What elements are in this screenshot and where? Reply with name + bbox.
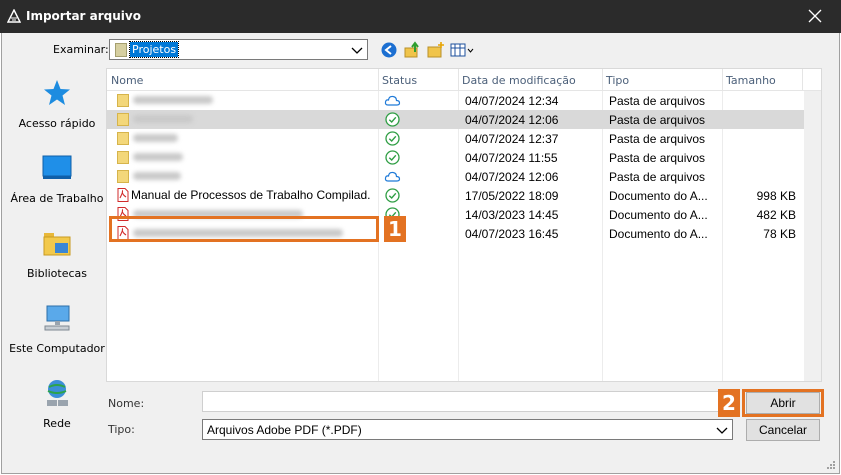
column-separator[interactable] bbox=[458, 69, 459, 91]
close-icon[interactable] bbox=[805, 6, 825, 26]
file-type: Pasta de arquivos bbox=[609, 170, 706, 184]
location-value: Projetos bbox=[128, 41, 180, 58]
file-date: 04/07/2024 12:06 bbox=[465, 113, 559, 127]
file-size: 78 KB bbox=[763, 227, 796, 241]
file-date: 17/05/2022 18:09 bbox=[465, 189, 559, 203]
file-name: Manual de Processos de Trabalho Compilad… bbox=[131, 188, 371, 202]
column-separator[interactable] bbox=[602, 69, 603, 91]
synced-check-icon bbox=[385, 188, 400, 203]
file-date: 14/03/2023 14:45 bbox=[465, 208, 559, 222]
open-button[interactable]: Abrir bbox=[746, 392, 820, 414]
file-row[interactable]: 04/07/2024 12:06 Pasta de arquivos bbox=[107, 110, 804, 129]
redacted-file-name bbox=[133, 172, 181, 180]
desktop-icon bbox=[42, 155, 72, 179]
folder-icon bbox=[117, 151, 129, 164]
synced-check-icon bbox=[385, 112, 400, 127]
file-date: 04/07/2024 12:34 bbox=[465, 94, 559, 108]
place-label: Bibliotecas bbox=[26, 267, 88, 280]
redacted-file-name bbox=[133, 96, 213, 104]
file-type: Pasta de arquivos bbox=[609, 151, 706, 165]
file-type: Documento do A... bbox=[609, 227, 708, 241]
highlight-step-1 bbox=[109, 216, 379, 242]
libraries-icon bbox=[43, 233, 71, 256]
file-type-value: Arquivos Adobe PDF (*.PDF) bbox=[207, 423, 362, 437]
place-label: Rede bbox=[43, 417, 71, 430]
step-badge-2: 2 bbox=[718, 389, 740, 417]
app-logo-icon bbox=[7, 9, 21, 23]
tipo-label: Tipo: bbox=[108, 423, 135, 436]
file-row[interactable]: 04/07/2024 11:55 Pasta de arquivos bbox=[107, 148, 804, 167]
folder-icon bbox=[117, 132, 129, 145]
redacted-file-name bbox=[133, 134, 178, 142]
up-folder-icon[interactable] bbox=[402, 40, 422, 60]
file-row[interactable]: 04/07/2024 12:34 Pasta de arquivos bbox=[107, 91, 804, 110]
column-type[interactable]: Tipo bbox=[606, 74, 629, 87]
synced-check-icon bbox=[385, 131, 400, 146]
column-name[interactable]: Nome bbox=[111, 74, 143, 87]
synced-check-icon bbox=[385, 150, 400, 165]
examinar-label: Examinar: bbox=[53, 43, 109, 56]
file-type: Documento do A... bbox=[609, 208, 708, 222]
cancel-button[interactable]: Cancelar bbox=[746, 419, 820, 441]
file-date: 04/07/2024 12:37 bbox=[465, 132, 559, 146]
column-size[interactable]: Tamanho bbox=[726, 74, 776, 87]
column-separator[interactable] bbox=[378, 69, 379, 91]
column-status[interactable]: Status bbox=[382, 74, 417, 87]
chevron-down-icon bbox=[716, 427, 728, 434]
import-dialog: Examinar: Projetos Acesso rápido Área de… bbox=[1, 33, 840, 474]
file-date: 04/07/2023 16:45 bbox=[465, 227, 559, 241]
resize-grip-icon[interactable] bbox=[824, 458, 836, 470]
chevron-down-icon bbox=[351, 47, 363, 54]
folder-icon bbox=[117, 170, 129, 183]
file-row[interactable]: 04/07/2024 12:06 Pasta de arquivos bbox=[107, 167, 804, 186]
folder-icon bbox=[117, 113, 129, 126]
file-date: 04/07/2024 12:06 bbox=[465, 170, 559, 184]
location-combo[interactable]: Projetos bbox=[109, 39, 368, 60]
view-menu-icon[interactable] bbox=[449, 40, 475, 60]
cloud-icon bbox=[384, 95, 401, 106]
nome-label: Nome: bbox=[108, 397, 145, 410]
star-icon bbox=[44, 80, 70, 105]
filename-input[interactable] bbox=[202, 391, 733, 412]
file-type: Pasta de arquivos bbox=[609, 94, 706, 108]
file-type-select[interactable]: Arquivos Adobe PDF (*.PDF) bbox=[202, 419, 733, 440]
file-type: Pasta de arquivos bbox=[609, 113, 706, 127]
folder-icon bbox=[115, 43, 127, 57]
file-size: 998 KB bbox=[756, 189, 796, 203]
column-separator[interactable] bbox=[722, 69, 723, 91]
file-row[interactable]: 04/07/2024 12:37 Pasta de arquivos bbox=[107, 129, 804, 148]
file-row[interactable]: Manual de Processos de Trabalho Compilad… bbox=[107, 186, 804, 205]
redacted-file-name bbox=[133, 115, 193, 123]
pdf-file-icon bbox=[117, 188, 129, 202]
step-badge-1: 1 bbox=[384, 216, 406, 242]
file-size: 482 KB bbox=[756, 208, 796, 222]
file-type: Documento do A... bbox=[609, 189, 708, 203]
file-type: Pasta de arquivos bbox=[609, 132, 706, 146]
place-label: Este Computador bbox=[9, 342, 105, 355]
redacted-file-name bbox=[133, 153, 183, 161]
computer-icon bbox=[44, 305, 70, 331]
window-title: Importar arquivo bbox=[26, 9, 141, 23]
places-sidebar: Acesso rápido Área de Trabalho Bibliotec… bbox=[9, 69, 105, 469]
column-date[interactable]: Data de modificação bbox=[462, 74, 576, 87]
place-label: Acesso rápido bbox=[18, 117, 96, 130]
folder-icon bbox=[117, 94, 129, 107]
new-folder-icon[interactable] bbox=[426, 40, 446, 60]
back-icon[interactable] bbox=[379, 40, 399, 60]
place-label: Área de Trabalho bbox=[10, 192, 104, 205]
network-icon bbox=[47, 380, 68, 406]
column-separator[interactable] bbox=[802, 69, 803, 91]
cloud-icon bbox=[384, 171, 401, 182]
title-bar: Importar arquivo bbox=[0, 0, 841, 33]
vertical-scrollbar[interactable] bbox=[804, 91, 821, 381]
column-header: Nome Status Data de modificação Tipo Tam… bbox=[107, 69, 821, 91]
file-date: 04/07/2024 11:55 bbox=[465, 151, 558, 165]
